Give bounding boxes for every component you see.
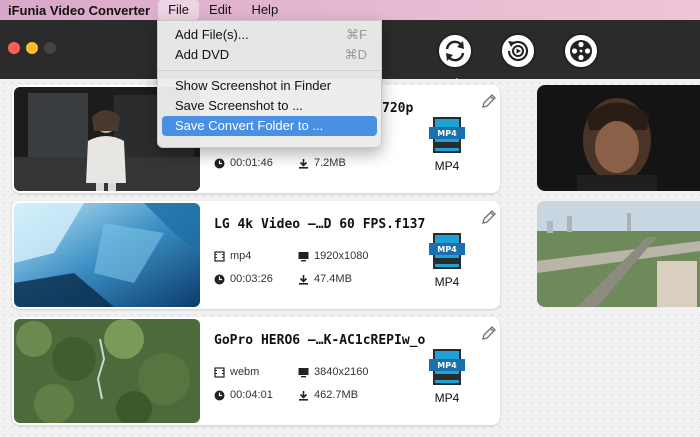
mp4-format-icon[interactable]: MP4 [429, 115, 465, 155]
monitor-icon [298, 251, 309, 262]
clock-icon [214, 274, 225, 285]
file-menu-dropdown: Add File(s)... ⌘F Add DVD ⌘D Show Screen… [157, 20, 382, 148]
menu-bar: iFunia Video Converter File Edit Help [0, 0, 700, 20]
svg-text:MP4: MP4 [437, 129, 457, 138]
menu-item-save-convert-folder[interactable]: Save Convert Folder to ... [162, 116, 377, 136]
video-resolution: 3840x2160 [298, 366, 368, 378]
menu-item-add-dvd[interactable]: Add DVD ⌘D [162, 45, 377, 65]
edit-pencil-icon[interactable] [481, 325, 497, 341]
menu-item-save-screenshot[interactable]: Save Screenshot to ... [162, 96, 377, 116]
video-format: mp4 [214, 250, 251, 262]
video-size: 7.2MB [298, 157, 346, 169]
rotate-button[interactable] [500, 33, 536, 69]
video-size: 47.4MB [298, 273, 352, 285]
preview-thumbnail[interactable] [537, 201, 700, 307]
shortcut-label: ⌘F [346, 27, 367, 42]
window-close-button[interactable] [8, 42, 20, 54]
video-thumbnail[interactable] [14, 203, 200, 307]
rotate-icon [507, 40, 529, 62]
media-button[interactable] [563, 33, 599, 69]
video-file-name: LG 4k Video —…D 60 FPS.f137 [214, 217, 426, 232]
app-name-menu[interactable]: iFunia Video Converter [0, 3, 158, 18]
shortcut-label: ⌘D [344, 47, 367, 62]
video-file-name: GoPro HERO6 —…K-AC1cREPIw_o [214, 333, 426, 348]
video-resolution: 1920x1080 [298, 250, 368, 262]
window-zoom-button[interactable] [44, 42, 56, 54]
media-icon [570, 40, 592, 62]
download-icon [298, 274, 309, 285]
edit-pencil-icon[interactable] [481, 93, 497, 109]
download-icon [298, 158, 309, 169]
window-minimize-button[interactable] [26, 42, 38, 54]
menu-help[interactable]: Help [241, 0, 288, 20]
menu-edit[interactable]: Edit [199, 0, 241, 20]
video-file-name: 720p [382, 101, 414, 116]
output-format-label[interactable]: MP4 [431, 391, 463, 405]
menu-separator [158, 70, 381, 71]
convert-icon [445, 40, 465, 62]
clock-icon [214, 390, 225, 401]
mp4-format-icon[interactable]: MP4 [429, 231, 465, 271]
video-card[interactable]: GoPro HERO6 —…K-AC1cREPIw_o webm 3840x21… [12, 317, 500, 425]
clock-icon [214, 158, 225, 169]
output-format-label[interactable]: MP4 [431, 275, 463, 289]
video-duration: 00:04:01 [214, 389, 273, 401]
svg-text:MP4: MP4 [437, 245, 457, 254]
output-format-label[interactable]: MP4 [431, 159, 463, 173]
convert-button[interactable] [437, 33, 473, 69]
video-card[interactable]: LG 4k Video —…D 60 FPS.f137 mp4 1920x108… [12, 201, 500, 309]
film-icon [214, 366, 225, 378]
video-size: 462.7MB [298, 389, 358, 401]
video-duration: 00:03:26 [214, 273, 273, 285]
video-duration: 00:01:46 [214, 157, 273, 169]
preview-thumbnail[interactable] [537, 85, 700, 191]
menu-item-show-screenshot[interactable]: Show Screenshot in Finder [162, 76, 377, 96]
download-icon [298, 390, 309, 401]
video-format: webm [214, 366, 259, 378]
svg-text:MP4: MP4 [437, 361, 457, 370]
film-icon [214, 250, 225, 262]
edit-pencil-icon[interactable] [481, 209, 497, 225]
mp4-format-icon[interactable]: MP4 [429, 347, 465, 387]
video-thumbnail[interactable] [14, 319, 200, 423]
menu-file[interactable]: File [158, 0, 200, 20]
monitor-icon [298, 367, 309, 378]
menu-item-add-files[interactable]: Add File(s)... ⌘F [162, 25, 377, 45]
